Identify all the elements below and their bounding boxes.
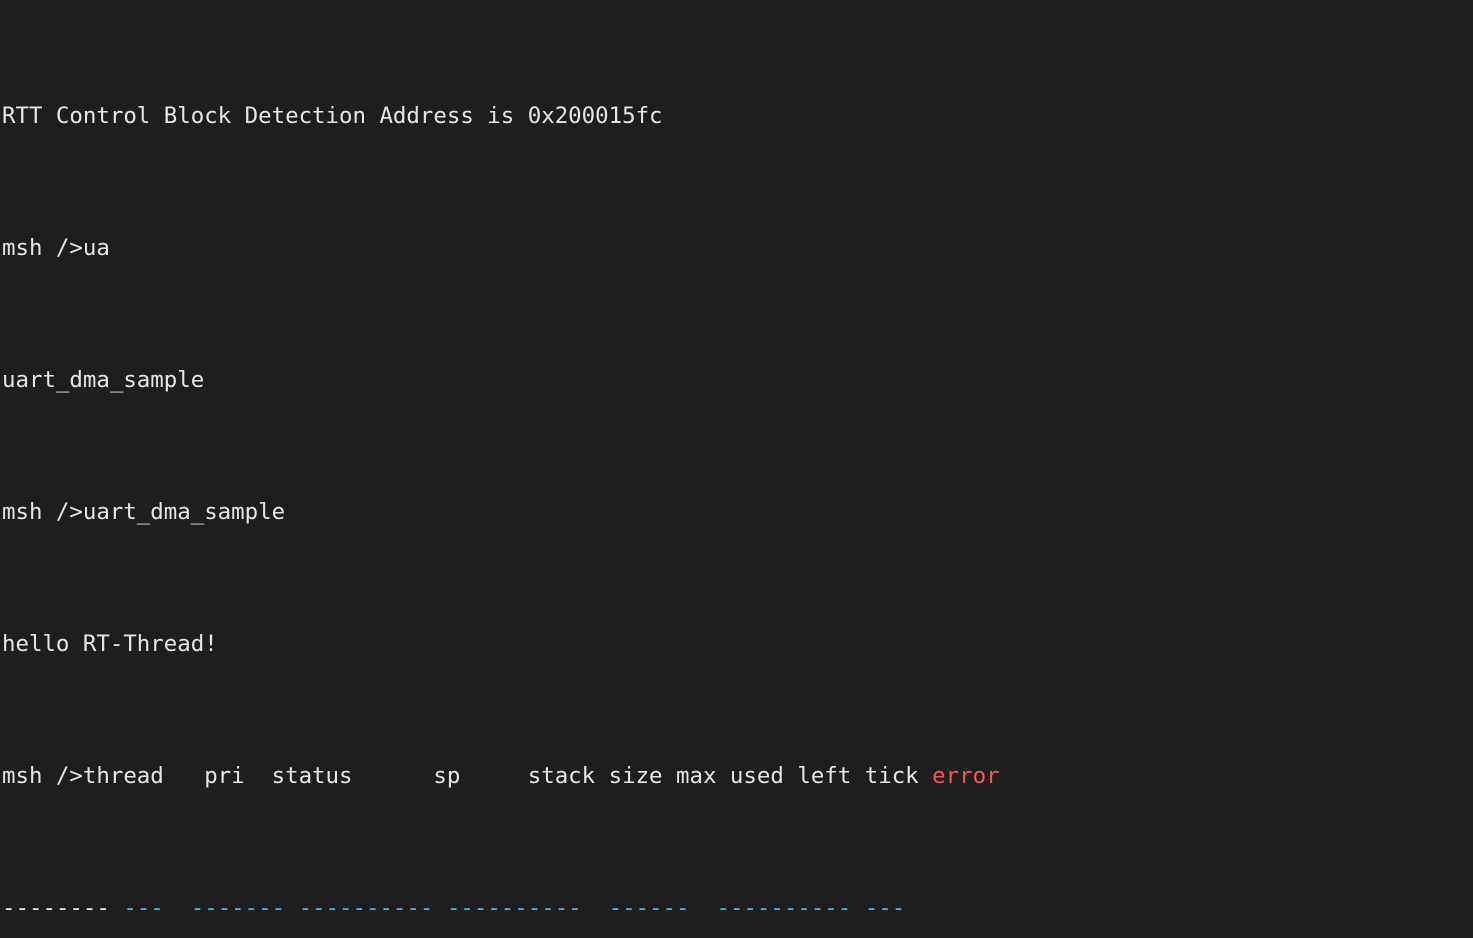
thread-table-separator: -------- --- ------- ---------- --------… <box>2 892 1473 925</box>
separator-dashes-thread: -------- <box>2 895 124 921</box>
separator-dashes-rest: --- ------- ---------- ---------- ------… <box>123 895 906 921</box>
terminal-line-uart-dma-sample-echo: uart_dma_sample <box>2 364 1473 397</box>
thread-table-header-error: error <box>932 763 1000 789</box>
line-text: msh />uart_dma_sample <box>2 499 286 525</box>
thread-table-header: msh />thread pri status sp stack size ma… <box>2 760 1473 793</box>
line-text: uart_dma_sample <box>2 367 205 393</box>
line-text: hello RT-Thread! <box>2 631 218 657</box>
thread-table-header-labels: msh />thread pri status sp stack size ma… <box>2 763 933 789</box>
terminal-line-command-ua: msh />ua <box>2 232 1473 265</box>
terminal-line-hello-rtthread: hello RT-Thread! <box>2 628 1473 661</box>
line-text: msh />ua <box>2 235 110 261</box>
terminal-line-command-uart-dma-sample: msh />uart_dma_sample <box>2 496 1473 529</box>
terminal-output[interactable]: RTT Control Block Detection Address is 0… <box>0 0 1473 938</box>
terminal-line-rtt-address: RTT Control Block Detection Address is 0… <box>2 100 1473 133</box>
line-text: RTT Control Block Detection Address is 0… <box>2 103 663 129</box>
